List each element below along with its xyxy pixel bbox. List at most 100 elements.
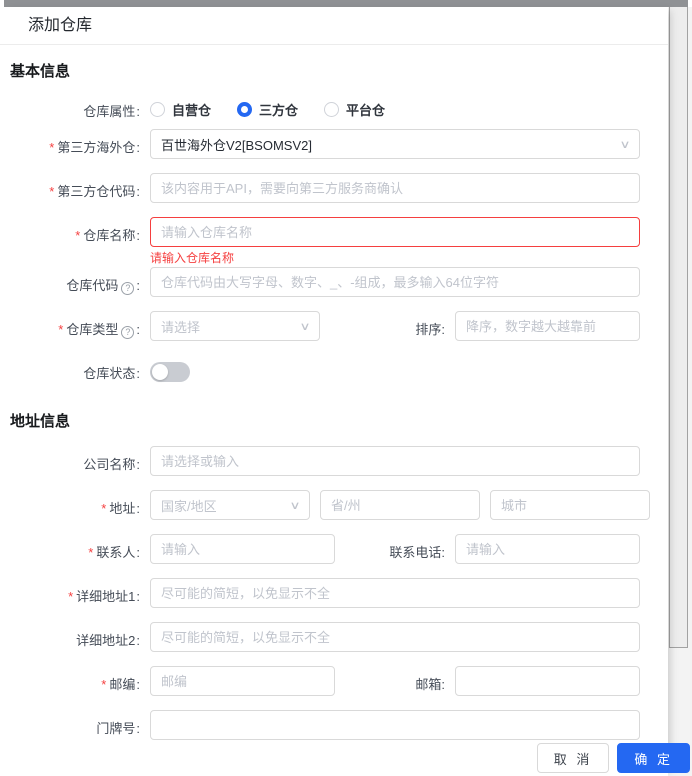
chevron-down-icon: ∨ <box>289 499 301 512</box>
field-label: 公司名称: <box>10 446 140 473</box>
help-icon[interactable]: ? <box>121 326 135 339</box>
email-input[interactable] <box>455 666 640 696</box>
toggle-knob <box>152 364 168 380</box>
confirm-button[interactable]: 确 定 <box>617 743 690 773</box>
radio-label: 平台仓 <box>346 103 386 118</box>
field-label: * 地址: <box>10 490 140 517</box>
dialog-title: 添加仓库 <box>0 7 668 45</box>
label-colon: : <box>136 104 140 119</box>
required-mark: * <box>49 184 55 199</box>
state-input[interactable] <box>320 490 480 520</box>
label-text: 仓库状态 <box>83 366 136 381</box>
contact-phone-input[interactable] <box>455 534 640 564</box>
dialog-footer: 取 消 确 定 <box>536 743 690 773</box>
contact-input[interactable] <box>150 534 335 564</box>
field-row-warehouse-name: * 仓库名称: 请输入仓库名称 <box>10 217 640 266</box>
select-placeholder: 国家/地区 <box>161 498 217 514</box>
field-row-warehouse-code: 仓库代码?: <box>10 267 640 297</box>
radio-label: 三方仓 <box>259 103 299 118</box>
warehouse-status-toggle[interactable] <box>150 362 190 382</box>
radio-icon <box>150 102 165 117</box>
vertical-scrollbar[interactable] <box>669 7 688 648</box>
country-select[interactable]: 国家/地区 ∨ <box>150 490 310 520</box>
horizontal-scrollbar[interactable] <box>4 0 688 7</box>
warehouse-attr-radio-group: 自营仓 三方仓 平台仓 <box>150 99 411 119</box>
field-label: * 仓库类型?: <box>10 311 140 339</box>
third-party-code-input[interactable] <box>150 173 640 203</box>
field-label: 仓库状态: <box>10 360 140 382</box>
select-placeholder: 请选择 <box>161 319 201 335</box>
field-row-contact: *联系人: 联系电话: <box>10 534 640 564</box>
select-value: 百世海外仓V2[BSOMSV2] <box>161 137 312 153</box>
warehouse-name-error: 请输入仓库名称 <box>150 251 235 265</box>
help-icon[interactable]: ? <box>121 282 135 295</box>
field-row-house-number: 门牌号: <box>10 710 640 740</box>
label-colon: : <box>136 633 140 648</box>
email-label: 邮箱: <box>415 677 445 692</box>
warehouse-code-input[interactable] <box>150 267 640 297</box>
radio-label: 自营仓 <box>172 103 212 118</box>
sort-input[interactable] <box>455 311 640 341</box>
required-mark: * <box>58 322 64 337</box>
field-label: * 第三方海外仓: <box>10 129 140 156</box>
required-mark: * <box>49 140 55 155</box>
field-label: * 联系人: <box>10 534 140 561</box>
radio-self-warehouse[interactable]: 自营仓 <box>150 100 211 119</box>
label-colon: : <box>441 677 445 692</box>
field-label: 仓库属性: <box>10 99 140 120</box>
house-number-input[interactable] <box>150 710 640 740</box>
required-mark: * <box>101 501 107 516</box>
label-text: 第三方海外仓 <box>57 140 136 155</box>
third-party-warehouse-select[interactable]: 百世海外仓V2[BSOMSV2] ∨ <box>150 129 640 159</box>
page: 添加仓库 基本信息 仓库属性: 自营仓 三方仓 平台仓 * 第三方海外仓: 百世… <box>0 0 692 776</box>
field-row-warehouse-status: 仓库状态: <box>10 360 640 382</box>
address2-input[interactable] <box>150 622 640 652</box>
cancel-button[interactable]: 取 消 <box>536 743 610 773</box>
section-title-basic: 基本信息 <box>10 63 71 80</box>
field-label: 仓库代码?: <box>10 267 140 295</box>
label-text: 邮编 <box>109 677 136 692</box>
field-row-company-name: 公司名称: <box>10 446 640 476</box>
field-row-warehouse-type-sort: * 仓库类型?: 请选择 ∨ 排序: <box>10 311 640 341</box>
field-row-zip-email: *邮编: 邮箱: <box>10 666 640 696</box>
label-colon: : <box>136 184 140 199</box>
field-row-third-party-warehouse: * 第三方海外仓: 百世海外仓V2[BSOMSV2] ∨ <box>10 129 640 159</box>
field-label: 详细地址2: <box>10 622 140 649</box>
required-mark: * <box>68 589 74 604</box>
label-text: 门牌号 <box>96 721 136 736</box>
field-label: 门牌号: <box>10 710 140 737</box>
section-title-address: 地址信息 <box>10 413 71 430</box>
label-text: 仓库名称 <box>83 228 136 243</box>
label-colon: : <box>136 278 140 293</box>
field-label: * 详细地址1: <box>10 578 140 605</box>
field-label: * 第三方仓代码: <box>10 173 140 200</box>
radio-third-party-warehouse[interactable]: 三方仓 <box>237 100 298 119</box>
required-mark: * <box>101 677 107 692</box>
radio-checked-icon <box>237 102 253 117</box>
radio-platform-warehouse[interactable]: 平台仓 <box>324 100 385 119</box>
field-label: * 邮编: <box>10 666 140 693</box>
contact-phone-label: 联系电话: <box>389 545 445 560</box>
field-row-warehouse-attr: 仓库属性: 自营仓 三方仓 平台仓 <box>10 99 640 120</box>
warehouse-name-input[interactable] <box>150 217 640 247</box>
scrollbar-gutter <box>668 7 692 776</box>
address1-input[interactable] <box>150 578 640 608</box>
label-text: 仓库类型 <box>66 322 119 337</box>
zip-input[interactable] <box>150 666 335 696</box>
label-colon: : <box>136 545 140 560</box>
label-colon: : <box>441 322 445 337</box>
field-row-address2: 详细地址2: <box>10 622 640 652</box>
warehouse-type-select[interactable]: 请选择 ∨ <box>150 311 320 341</box>
chevron-down-icon: ∨ <box>299 320 311 333</box>
field-row-third-party-code: * 第三方仓代码: <box>10 173 640 203</box>
label-colon: : <box>136 721 140 736</box>
company-name-input[interactable] <box>150 446 640 476</box>
add-warehouse-dialog: 添加仓库 基本信息 仓库属性: 自营仓 三方仓 平台仓 * 第三方海外仓: 百世… <box>0 7 668 776</box>
field-label: * 仓库名称: <box>10 217 140 244</box>
sort-label: 排序: <box>415 322 445 337</box>
label-text: 地址 <box>109 501 136 516</box>
field-row-address: * 地址: 国家/地区 ∨ <box>10 490 650 520</box>
label-colon: : <box>136 677 140 692</box>
city-input[interactable] <box>490 490 650 520</box>
required-mark: * <box>88 545 94 560</box>
